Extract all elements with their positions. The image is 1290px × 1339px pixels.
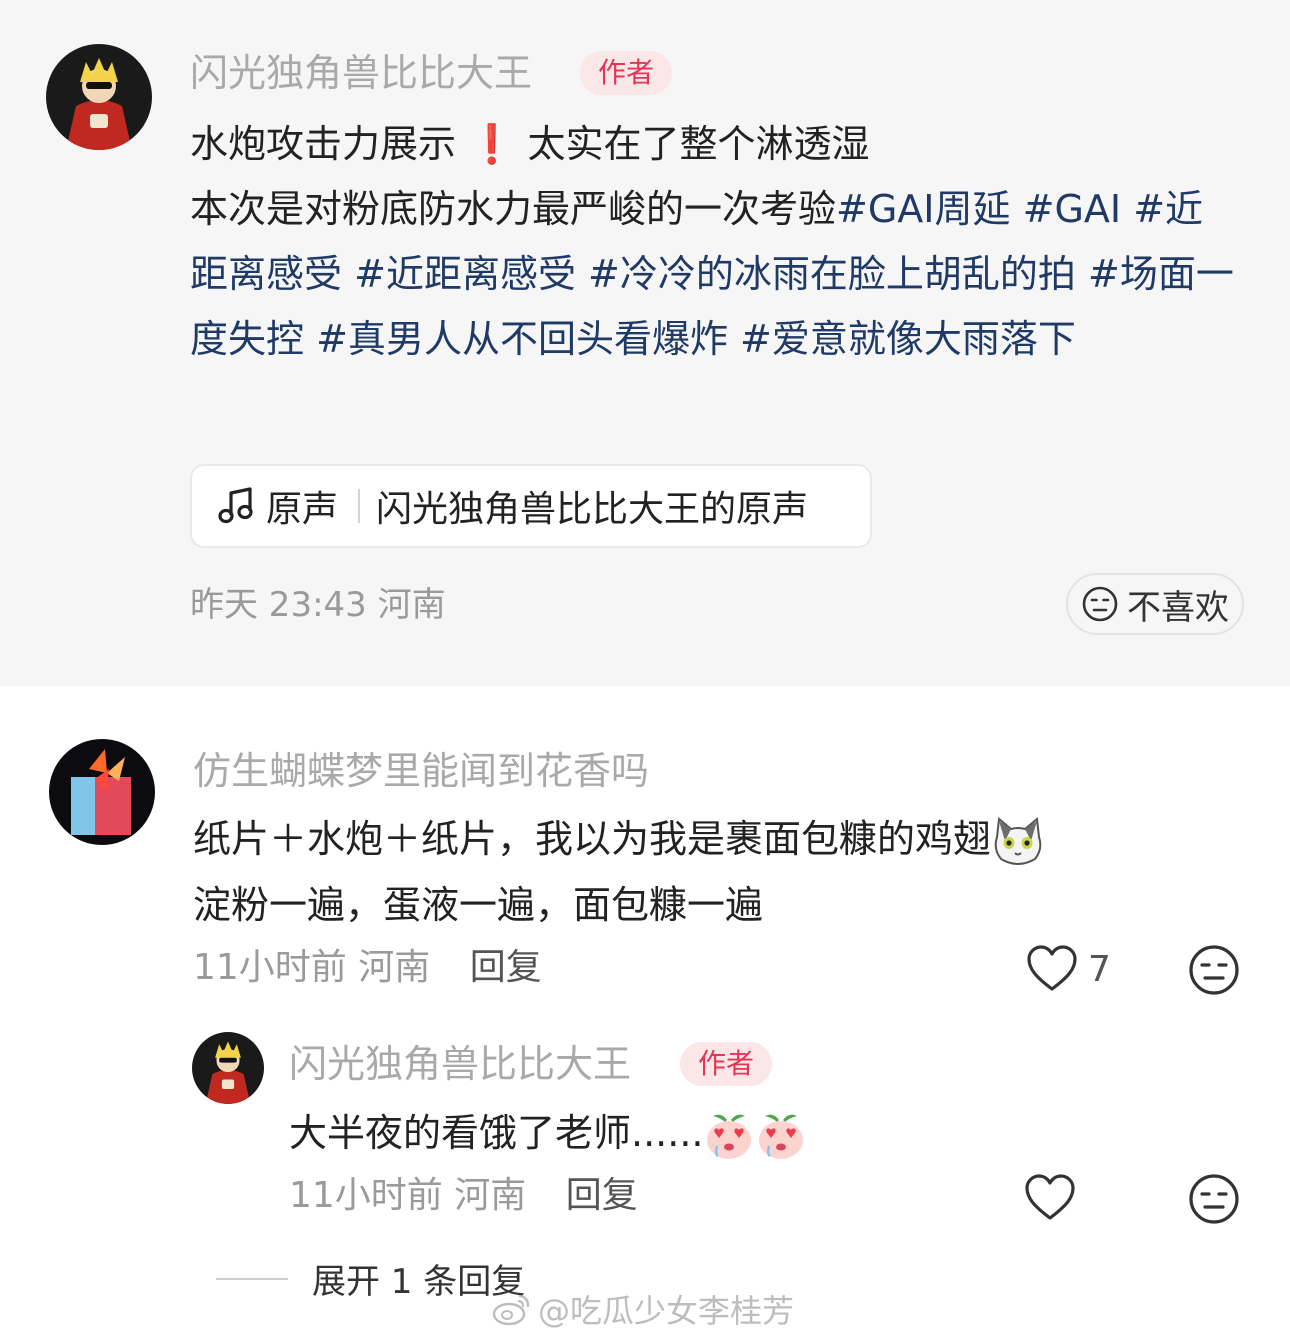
heart-eyes-peach-emoji <box>759 1114 804 1159</box>
reply-button[interactable]: 回复 <box>470 947 542 988</box>
hashtag-link[interactable]: #爱意就像大雨落下 <box>740 317 1076 361</box>
watermark: @吃瓜少女李桂芳 <box>492 1286 794 1332</box>
reply-author-avatar[interactable] <box>192 1032 264 1104</box>
comment-line-2: 淀粉一遍，蛋液一遍，面包糠一遍 <box>193 883 764 927</box>
dislike-button[interactable]: 不喜欢 <box>1066 573 1244 635</box>
dislike-button[interactable] <box>1188 1173 1240 1225</box>
comment-time: 11小时前 <box>193 947 347 988</box>
post-headline: 水炮攻击力展示 ❗ 太实在了整个淋透湿 <box>190 112 1240 177</box>
author-avatar[interactable] <box>46 44 152 150</box>
neutral-face-icon <box>1189 945 1239 995</box>
reply-time: 11小时前 <box>289 1175 443 1216</box>
divider <box>358 489 361 523</box>
commenter-name[interactable]: 仿生蝴蝶梦里能闻到花香吗 <box>193 748 649 794</box>
neutral-face-icon <box>1082 586 1118 622</box>
author-badge: 作者 <box>580 51 673 95</box>
commenter-avatar[interactable] <box>49 739 155 845</box>
reply-location: 河南 <box>454 1175 527 1216</box>
post-card: 闪光独角兽比比大王 作者 水炮攻击力展示 ❗ 太实在了整个淋透湿本次是对粉底防水… <box>0 0 1290 686</box>
sound-title: 闪光独角兽比比大王的原声 <box>376 489 809 530</box>
post-location: 河南 <box>377 585 446 625</box>
neutral-face-icon <box>1189 1174 1239 1224</box>
comment-meta: 11小时前 河南 回复 <box>193 945 542 991</box>
reply-meta: 11小时前 河南 回复 <box>289 1173 638 1219</box>
post-body: 本次是对粉底防水力最严峻的一次考验 <box>190 187 837 231</box>
like-button[interactable]: 7 <box>1026 944 1111 994</box>
hashtag-link[interactable]: #GAI周延 <box>836 187 1011 231</box>
sound-label: 原声 <box>266 489 339 530</box>
heart-icon <box>1027 945 1077 991</box>
comment-text-line: 纸片＋水炮＋纸片，我以为我是裹面包糠的鸡翅 <box>193 806 1045 872</box>
heart-icon <box>1025 1174 1075 1220</box>
post-meta: 昨天 23:43 河南 <box>190 583 446 627</box>
reply-button[interactable]: 回复 <box>566 1175 638 1216</box>
author-name[interactable]: 闪光独角兽比比大王 <box>190 50 532 96</box>
divider <box>216 1277 288 1280</box>
cat-emoji <box>994 816 1042 865</box>
original-sound-button[interactable]: 原声 闪光独角兽比比大王的原声 <box>190 464 872 548</box>
like-button[interactable] <box>1024 1173 1076 1223</box>
comment-line-1: 纸片＋水炮＋纸片，我以为我是裹面包糠的鸡翅 <box>193 817 992 861</box>
reply-text-line: 大半夜的看饿了老师...... <box>289 1100 807 1166</box>
expand-replies-button[interactable]: 展开 1 条回复 <box>216 1254 525 1303</box>
comment-location: 河南 <box>358 947 431 988</box>
hashtag-link[interactable]: #冷冷的冰雨在脸上胡乱的拍 <box>588 252 1076 296</box>
hashtag-link[interactable]: #真男人从不回头看爆炸 <box>316 317 728 361</box>
comment-page: 闪光独角兽比比大王 作者 水炮攻击力展示 ❗ 太实在了整个淋透湿本次是对粉底防水… <box>0 0 1290 1339</box>
reply-text: 大半夜的看饿了老师...... <box>289 1111 704 1155</box>
weibo-logo-icon <box>492 1294 530 1326</box>
exclamation-emoji: ❗ <box>468 122 516 166</box>
hashtag-link[interactable]: #近距离感受 <box>354 252 576 296</box>
author-badge: 作者 <box>680 1042 773 1086</box>
headline-text-1: 水炮攻击力展示 <box>190 122 457 166</box>
music-note-icon <box>218 487 253 524</box>
post-text: 水炮攻击力展示 ❗ 太实在了整个淋透湿 本次是对粉底防水力最严峻的一次考验#GAI… <box>190 112 1240 372</box>
watermark-text: @吃瓜少女李桂芳 <box>538 1292 795 1330</box>
reply-author-name[interactable]: 闪光独角兽比比大王 <box>289 1041 631 1087</box>
heart-eyes-peach-emoji <box>707 1114 752 1159</box>
hashtag-link[interactable]: #GAI <box>1023 187 1122 231</box>
dislike-label: 不喜欢 <box>1127 587 1229 628</box>
post-time: 昨天 23:43 <box>190 585 367 625</box>
like-count: 7 <box>1088 948 1111 990</box>
headline-text-2: 太实在了整个淋透湿 <box>527 122 870 166</box>
dislike-button[interactable] <box>1188 944 1240 996</box>
